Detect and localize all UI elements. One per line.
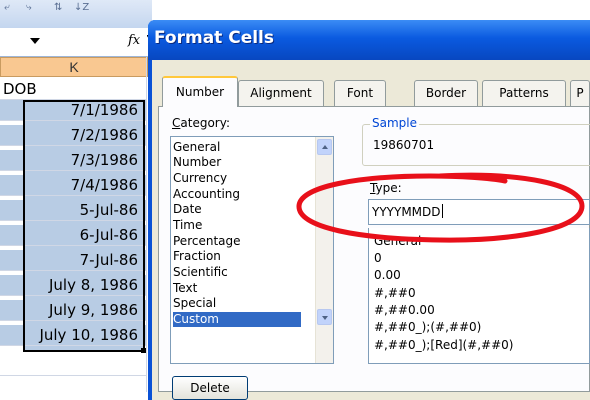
list-item[interactable]: #,##0.00 [374,303,435,318]
chevron-up-icon [322,145,328,149]
dialog-title-bar[interactable]: Format Cells [148,20,590,60]
tab-protection[interactable]: P [570,80,590,106]
cell-date[interactable]: 7/3/1986 [0,150,146,171]
list-item[interactable]: Date [173,202,202,217]
list-item[interactable]: #,##0_);[Red](#,##0) [374,338,513,353]
cell-empty[interactable] [0,376,146,392]
formula-bar: fx 7 [0,28,152,57]
spreadsheet: ⤶ ⤷ ⇅ ↓Z fx 7 K DOB 7/1/1986 7/2/1986 7/… [0,0,152,392]
cell-date[interactable]: 7/2/1986 [0,125,146,146]
list-item[interactable]: Percentage [173,234,241,249]
fill-handle[interactable] [141,348,146,353]
list-item[interactable]: 0.00 [374,268,401,283]
text-caret [441,204,443,218]
delete-button[interactable]: Delete [172,376,248,400]
sample-value: 19860701 [373,138,435,152]
scroll-down-button[interactable] [317,309,332,325]
cell-date[interactable]: 5-Jul-86 [0,200,146,221]
cell-date[interactable]: 7/1/1986 [0,100,146,121]
cell-date[interactable]: July 10, 1986 [0,325,146,346]
list-item[interactable]: 0 [374,251,382,266]
list-item-selected[interactable]: Custom [173,312,301,327]
list-item[interactable]: Special [173,296,216,311]
tab-alignment[interactable]: Alignment [238,80,324,106]
type-input[interactable]: YYYYMMDD [368,199,590,225]
scroll-up-button[interactable] [317,139,332,155]
type-label-text: ype: [375,181,402,195]
chevron-down-icon [322,316,328,320]
category-label-text: ategory: [180,116,230,130]
gridline [146,57,147,392]
toolbar-icon[interactable]: ⤷ [26,2,32,13]
tab-font[interactable]: Font [334,80,386,106]
type-input-value: YYYYMMDD [372,205,441,219]
dialog-title: Format Cells [154,28,274,48]
list-item[interactable]: Scientific [173,265,228,280]
type-list[interactable]: General 0 0.00 #,##0 #,##0.00 #,##0_);(#… [368,228,590,364]
column-header-k[interactable]: K [0,57,148,77]
list-item[interactable]: #,##0 [374,286,416,301]
cell-date[interactable]: 7-Jul-86 [0,250,146,271]
cell-empty[interactable] [0,355,146,376]
list-item[interactable]: General [374,234,421,249]
cell-date[interactable]: 7/4/1986 [0,175,146,196]
type-label: Type: [370,181,402,195]
list-item[interactable]: Fraction [173,249,221,264]
spreadsheet-toolbar: ⤶ ⤷ ⇅ ↓Z [0,0,152,29]
cell-date[interactable]: July 9, 1986 [0,300,146,321]
list-item[interactable]: Number [173,155,221,170]
chevron-down-icon[interactable] [30,38,40,44]
list-item[interactable]: Currency [173,171,227,186]
tab-patterns[interactable]: Patterns [482,80,566,106]
sort-icon[interactable]: ↓Z [74,2,89,13]
function-icon[interactable]: fx [128,33,140,48]
list-item[interactable]: #,##0_);(#,##0) [374,320,481,335]
sample-legend: Sample [370,116,419,130]
cell-dob-header[interactable]: DOB [0,79,146,100]
toolbar-icon[interactable]: ⇅ [54,2,62,13]
tab-number[interactable]: Number [162,76,238,107]
toolbar-icon[interactable]: ⤶ [4,2,10,13]
category-list[interactable]: General Number Currency Accounting Date … [170,136,334,364]
list-item[interactable]: Accounting [173,187,240,202]
list-item[interactable]: Time [173,218,202,233]
cell-date[interactable]: 6-Jul-86 [0,225,146,246]
category-scrollbar[interactable] [315,137,333,363]
list-item[interactable]: Text [173,281,197,296]
cell-date[interactable]: July 8, 1986 [0,275,146,296]
list-item[interactable]: General [173,140,220,155]
category-label: Category: [172,116,230,130]
tab-border[interactable]: Border [414,80,478,106]
